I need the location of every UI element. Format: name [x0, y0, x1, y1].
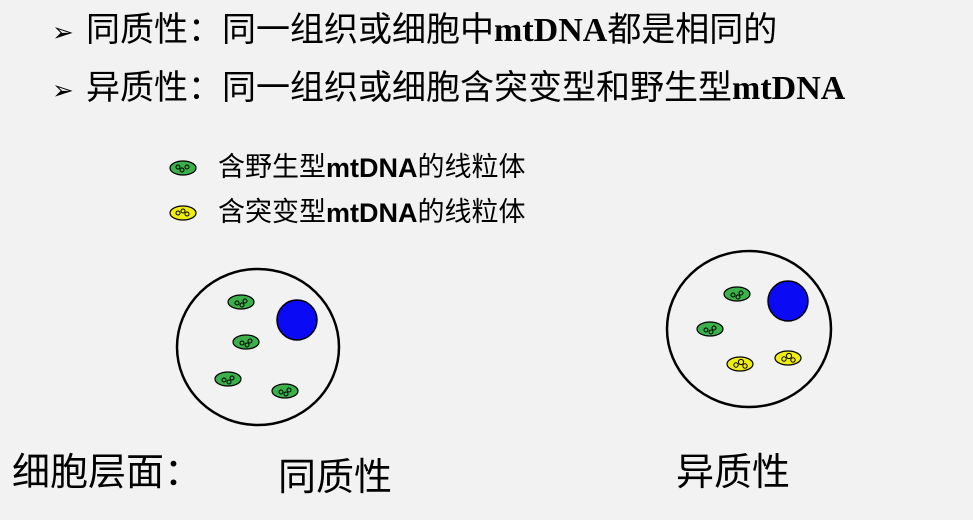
cell-membrane — [175, 267, 341, 427]
mutant-mitochondrion — [774, 350, 802, 366]
caption-cell-level: 细胞层面： — [12, 450, 203, 494]
wildtype-mitochondrion — [271, 383, 299, 399]
mutant-mitochondrion — [726, 356, 754, 372]
wildtype-mitochondrion — [232, 334, 260, 350]
wildtype-mitochondrion — [696, 321, 724, 337]
nucleus — [767, 280, 809, 322]
wildtype-mitochondrion — [214, 371, 242, 387]
heteroplasmy-cell — [665, 249, 833, 409]
caption-homoplasmy: 同质性 — [278, 455, 393, 499]
cell-membrane — [665, 249, 833, 409]
homoplasmy-cell — [175, 267, 341, 427]
wildtype-mitochondrion — [227, 294, 255, 310]
nucleus — [276, 299, 318, 341]
caption-heteroplasmy: 异质性 — [676, 450, 791, 494]
wildtype-mitochondrion — [723, 286, 751, 302]
